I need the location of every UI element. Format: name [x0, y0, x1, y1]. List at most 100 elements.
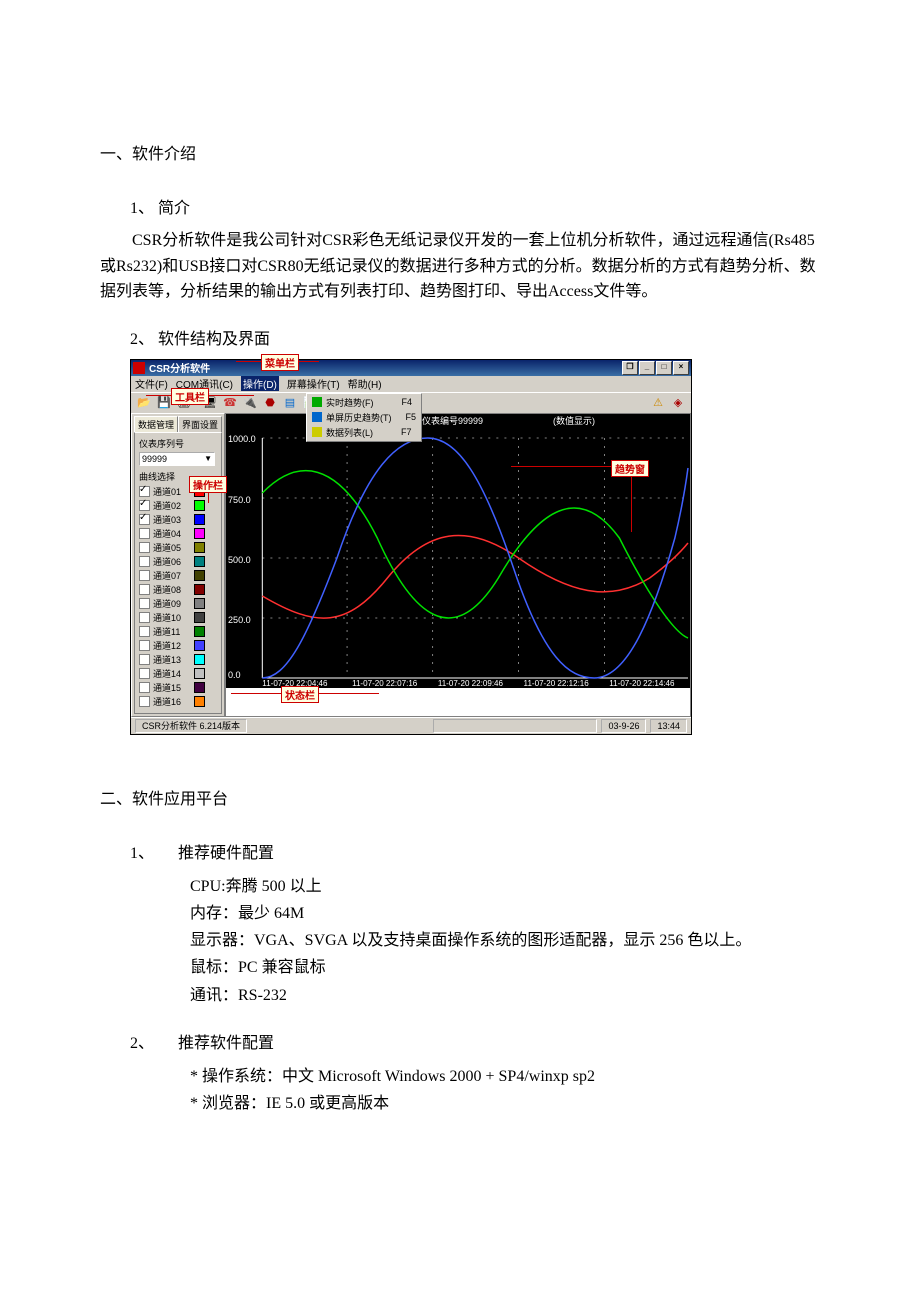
menubar: 文件(F) COM通讯(C) 操作(D) 屏幕操作(T) 帮助(H)	[131, 376, 691, 392]
tool-help-icon[interactable]: ◈	[669, 394, 687, 412]
channel-row[interactable]: 通道04	[139, 527, 217, 540]
channel-checkbox[interactable]	[139, 640, 150, 651]
channel-color-swatch	[194, 500, 205, 511]
channel-color-swatch	[194, 682, 205, 693]
titlebar: CSR分析软件 ❐ _ □ ×	[131, 360, 691, 376]
channel-label: 通道05	[153, 541, 191, 554]
svg-text:11-07-20 22:07:16: 11-07-20 22:07:16	[352, 679, 418, 688]
chart-blue-icon	[312, 412, 322, 422]
channel-label: 通道14	[153, 667, 191, 680]
channel-checkbox[interactable]	[139, 500, 150, 511]
channel-checkbox[interactable]	[139, 570, 150, 581]
channel-label: 通道11	[153, 625, 191, 638]
hw-mouse: 鼠标：PC 兼容鼠标	[190, 954, 820, 981]
channel-color-swatch	[194, 668, 205, 679]
sw-ie: * 浏览器：IE 5.0 或更高版本	[190, 1090, 820, 1117]
minimize-button[interactable]: _	[639, 361, 655, 375]
channel-row[interactable]: 通道05	[139, 541, 217, 554]
channel-checkbox[interactable]	[139, 612, 150, 623]
channel-row[interactable]: 通道09	[139, 597, 217, 610]
channel-label: 通道02	[153, 499, 191, 512]
channel-checkbox[interactable]	[139, 598, 150, 609]
channel-row[interactable]: 通道02	[139, 499, 217, 512]
channel-checkbox[interactable]	[139, 528, 150, 539]
svg-text:11-07-20 22:09:46: 11-07-20 22:09:46	[438, 679, 504, 688]
status-date: 03-9-26	[601, 719, 646, 733]
channel-checkbox[interactable]	[139, 654, 150, 665]
callout-trend-win: 趋势窗	[611, 460, 649, 477]
channel-checkbox[interactable]	[139, 696, 150, 707]
channel-label: 通道13	[153, 653, 191, 666]
tool-stop-icon[interactable]: ⬣	[261, 394, 279, 412]
menu-op[interactable]: 操作(D)	[241, 376, 279, 391]
section-2-title: 二、软件应用平台	[100, 785, 820, 809]
svg-text:1000.0: 1000.0	[228, 434, 256, 444]
close-button[interactable]: ×	[673, 361, 689, 375]
restore-down-button[interactable]: ❐	[622, 361, 638, 375]
tool-warn-icon[interactable]: ⚠	[649, 394, 667, 412]
channel-row[interactable]: 通道13	[139, 653, 217, 666]
channel-row[interactable]: 通道15	[139, 681, 217, 694]
channel-checkbox[interactable]	[139, 486, 150, 497]
section-1-1-body: CSR分析软件是我公司针对CSR彩色无纸记录仪开发的一套上位机分析软件，通过远程…	[100, 228, 820, 305]
channel-checkbox[interactable]	[139, 584, 150, 595]
menu-screen[interactable]: 屏幕操作(T)	[287, 376, 340, 391]
tab-data-manage[interactable]: 数据管理	[134, 416, 178, 432]
statusbar: CSR分析软件 6.214版本 03-9-26 13:44	[131, 717, 691, 734]
svg-text:0.0: 0.0	[228, 670, 241, 680]
chart-green-icon	[312, 397, 322, 407]
channel-checkbox[interactable]	[139, 682, 150, 693]
maximize-button[interactable]: □	[656, 361, 672, 375]
channel-row[interactable]: 通道14	[139, 667, 217, 680]
channel-row[interactable]: 通道10	[139, 611, 217, 624]
channel-label: 通道01	[153, 485, 191, 498]
channel-row[interactable]: 通道08	[139, 583, 217, 596]
hw-disp: 显示器：VGA、SVGA 以及支持桌面操作系统的图形适配器，显示 256 色以上…	[190, 927, 820, 954]
dd-data-list[interactable]: 数据列表(L) F7	[308, 425, 420, 440]
channel-label: 通道15	[153, 681, 191, 694]
channel-row[interactable]: 通道11	[139, 625, 217, 638]
menu-file[interactable]: 文件(F)	[135, 376, 168, 391]
hw-comm: 通讯：RS-232	[190, 982, 820, 1009]
channel-checkbox[interactable]	[139, 514, 150, 525]
channel-label: 通道09	[153, 597, 191, 610]
channel-row[interactable]: 通道03	[139, 513, 217, 526]
serial-label: 仪表序列号	[139, 437, 217, 450]
channel-color-swatch	[194, 528, 205, 539]
chart-header-id: 仪表编号99999	[422, 414, 483, 427]
svg-text:750.0: 750.0	[228, 495, 251, 505]
channel-color-swatch	[194, 640, 205, 651]
serial-combo[interactable]: 99999 ▼	[139, 452, 215, 466]
section-1-2-title: 2、 软件结构及界面	[130, 325, 820, 349]
tab-ui-settings[interactable]: 界面设置	[178, 416, 222, 432]
channel-color-swatch	[194, 696, 205, 707]
tool-phone-icon[interactable]: ☎	[221, 394, 239, 412]
tool-grid-icon[interactable]: ▤	[281, 394, 299, 412]
channel-label: 通道08	[153, 583, 191, 596]
sidebar: 数据管理 界面设置 仪表序列号 99999 ▼ 曲线选择 通道01通道02通道0…	[131, 413, 225, 717]
channel-checkbox[interactable]	[139, 668, 150, 679]
channel-row[interactable]: 通道07	[139, 569, 217, 582]
menu-help[interactable]: 帮助(H)	[348, 376, 382, 391]
channel-row[interactable]: 通道16	[139, 695, 217, 708]
status-version: CSR分析软件 6.214版本	[135, 719, 247, 733]
channel-checkbox[interactable]	[139, 556, 150, 567]
channel-row[interactable]: 通道12	[139, 639, 217, 652]
hw-cpu: CPU:奔腾 500 以上	[190, 873, 820, 900]
channel-label: 通道07	[153, 569, 191, 582]
chart-header-mode: (数值显示)	[553, 414, 595, 427]
dd-realtime-trend[interactable]: 实时趋势(F) F4	[308, 395, 420, 410]
channel-checkbox[interactable]	[139, 626, 150, 637]
channel-label: 通道12	[153, 639, 191, 652]
channel-row[interactable]: 通道06	[139, 555, 217, 568]
tool-usb-icon[interactable]: 🔌	[241, 394, 259, 412]
dd-history-trend[interactable]: 单屏历史趋势(T) F5	[308, 410, 420, 425]
channel-checkbox[interactable]	[139, 542, 150, 553]
channel-color-swatch	[194, 654, 205, 665]
tool-open-icon[interactable]: 📂	[135, 394, 153, 412]
app-title: CSR分析软件	[149, 360, 210, 375]
op-dropdown: 实时趋势(F) F4 单屏历史趋势(T) F5 数据列表(L) F7	[306, 393, 422, 442]
section-1-title: 一、软件介绍	[100, 140, 820, 164]
channel-color-swatch	[194, 626, 205, 637]
channel-color-swatch	[194, 584, 205, 595]
